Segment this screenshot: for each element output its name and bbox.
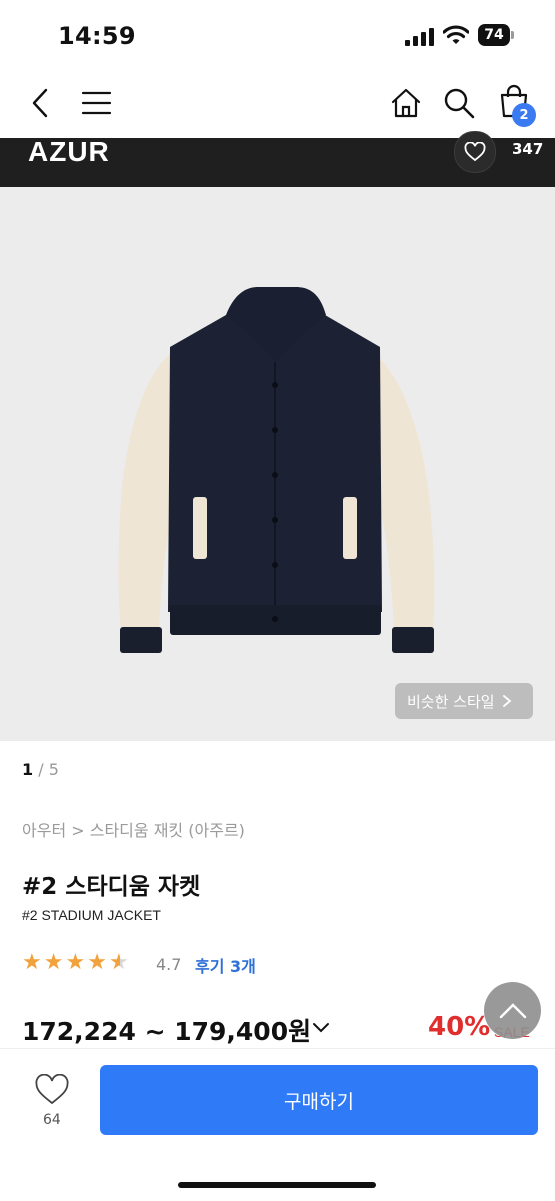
battery-icon: 74 [478, 24, 514, 46]
product-image[interactable] [0, 187, 555, 741]
star-icon: ★ [65, 950, 86, 975]
breadcrumb[interactable]: 아우터 > 스타디움 재킷 (아주르) [22, 817, 245, 841]
review-link[interactable]: 후기 3개 [195, 953, 256, 977]
search-icon[interactable] [442, 86, 476, 120]
home-indicator [178, 1182, 376, 1188]
half-star-icon: ★ [108, 950, 129, 975]
brand-logo[interactable]: AZUR [28, 136, 110, 168]
star-icon: ★ [87, 950, 107, 975]
pager-total: 5 [48, 760, 59, 779]
menu-icon[interactable] [80, 86, 114, 120]
jacket-image [118, 286, 435, 653]
star-icon: ★ [22, 950, 42, 975]
back-icon[interactable] [24, 86, 58, 120]
chevron-up-icon [499, 1002, 526, 1018]
heart-icon [464, 142, 486, 162]
rating-stars: ★ ★ ★ ★ ★ [22, 952, 129, 974]
price-range[interactable]: 172,224 ~ 179,400원 [22, 1012, 311, 1048]
cart-count-badge: 2 [512, 103, 536, 127]
home-icon[interactable] [389, 86, 423, 120]
brand-like-count: 347 [512, 140, 544, 158]
status-time: 14:59 [58, 22, 136, 50]
pager-separator: / [33, 760, 49, 779]
wishlist-count: 64 [43, 1112, 61, 1128]
wifi-icon [443, 25, 469, 44]
similar-style-button[interactable]: 비슷한 스타일 [395, 683, 533, 719]
pager-current: 1 [22, 760, 34, 779]
battery-level: 74 [478, 24, 510, 46]
image-pager: 1 / 5 [22, 760, 59, 779]
rating-value: 4.7 [156, 955, 182, 974]
brand-like-button[interactable] [454, 131, 496, 173]
product-subtitle: #2 STADIUM JACKET [22, 907, 161, 923]
heart-icon[interactable] [34, 1074, 70, 1106]
chevron-right-icon [502, 695, 511, 707]
chevron-down-icon[interactable] [312, 1022, 330, 1034]
discount-rate: 40% [428, 1012, 491, 1042]
star-icon: ★ [43, 950, 64, 975]
buy-button[interactable]: 구매하기 [100, 1065, 538, 1135]
similar-style-label: 비슷한 스타일 [407, 692, 495, 711]
signal-icon [405, 28, 434, 46]
scroll-top-button[interactable] [484, 982, 541, 1039]
product-title: #2 스타디움 자켓 [22, 874, 201, 900]
